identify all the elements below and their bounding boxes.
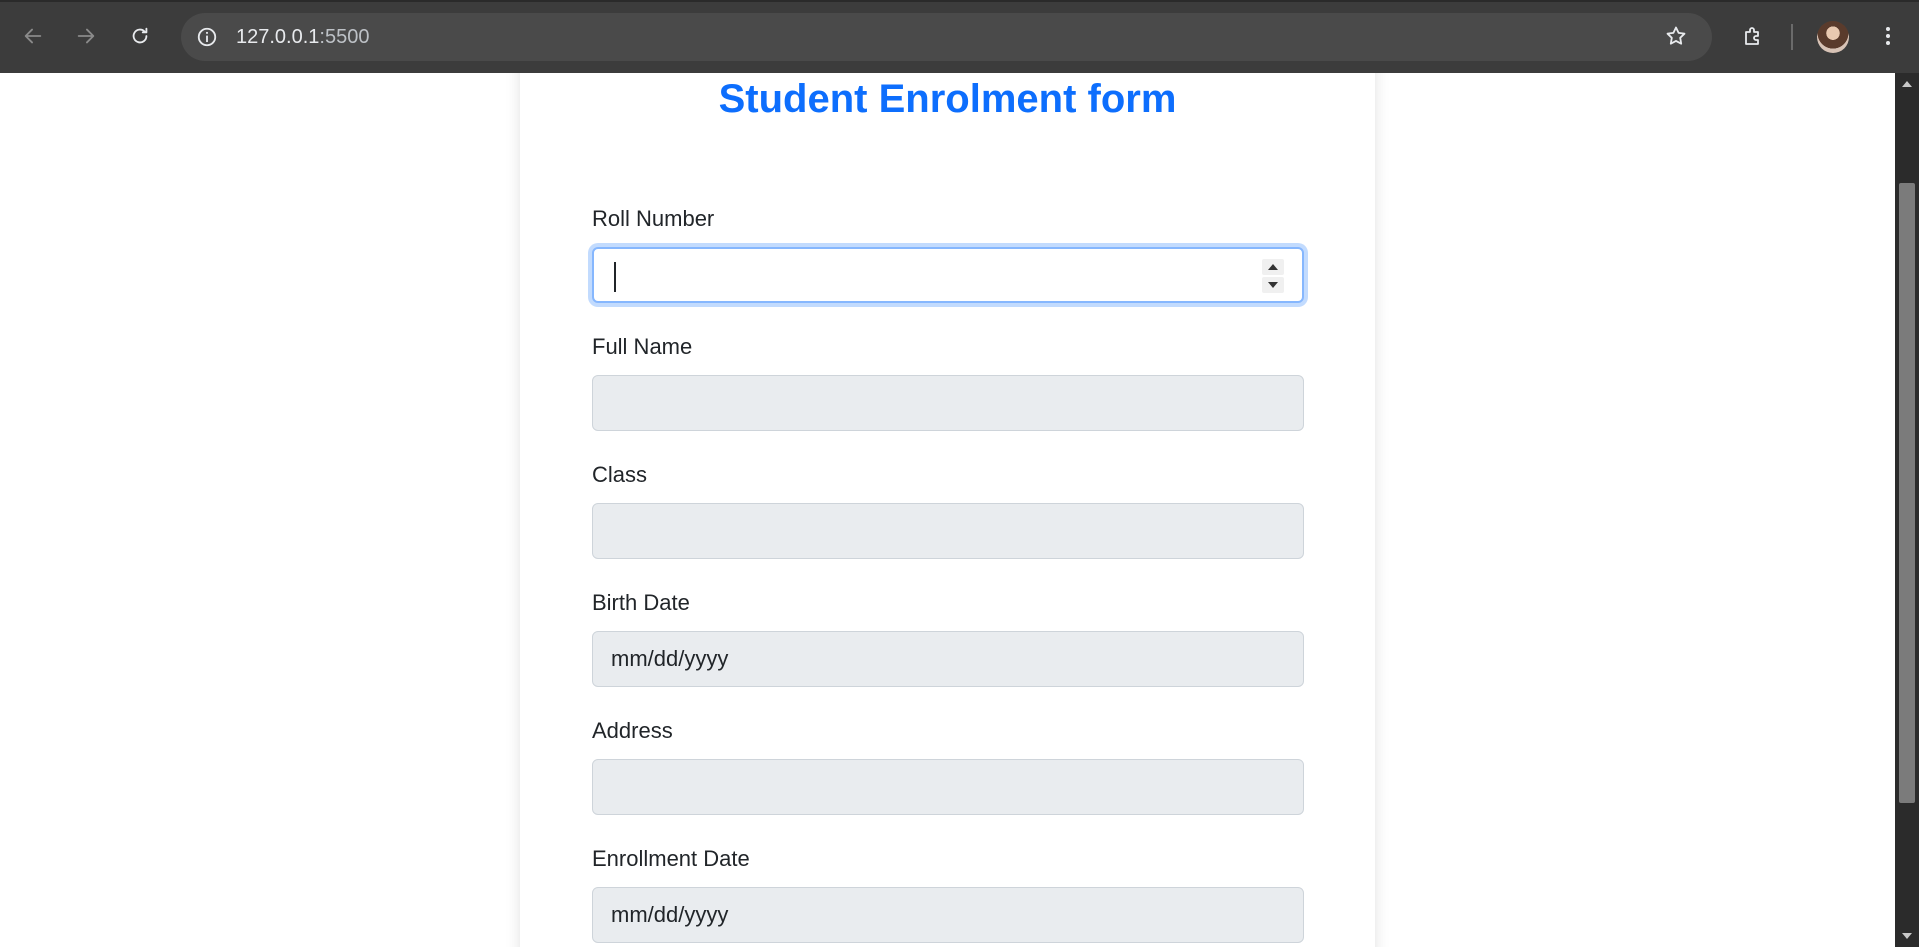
scroll-up-icon[interactable] xyxy=(1895,73,1919,95)
page-scrollbar[interactable] xyxy=(1895,73,1919,947)
roll-number-label: Roll Number xyxy=(592,206,715,231)
spin-down-icon[interactable] xyxy=(1262,277,1284,293)
star-icon xyxy=(1666,26,1686,45)
tab-strip-edge xyxy=(0,0,1919,2)
birth-date-label: Birth Date xyxy=(592,590,690,615)
url-host: 127.0.0.1 xyxy=(236,26,320,48)
roll-number-input[interactable] xyxy=(592,247,1304,303)
address-input[interactable] xyxy=(592,759,1304,815)
arrow-left-icon xyxy=(24,28,42,44)
address-bar[interactable]: 127.0.0.1:5500 xyxy=(181,13,1712,61)
form-title: Student Enrolment form xyxy=(718,77,1177,121)
arrow-right-icon xyxy=(77,28,95,44)
class-input[interactable] xyxy=(592,503,1304,559)
enrolment-form-card: Student Enrolment form Roll Number Full … xyxy=(520,73,1375,947)
full-name-label: Full Name xyxy=(592,334,693,359)
browser-menu-button[interactable] xyxy=(1870,18,1906,54)
profile-avatar[interactable] xyxy=(1817,21,1849,53)
url-port: :5500 xyxy=(319,26,370,48)
forward-button[interactable] xyxy=(68,18,104,54)
bookmark-button[interactable] xyxy=(1658,18,1694,54)
toolbar-divider xyxy=(1791,24,1793,50)
page-viewport: Student Enrolment form Roll Number Full … xyxy=(0,73,1895,947)
reload-icon xyxy=(132,27,148,44)
browser-toolbar: 127.0.0.1:5500 xyxy=(0,0,1919,73)
info-icon[interactable] xyxy=(195,25,219,49)
reload-button[interactable] xyxy=(122,18,158,54)
enrollment-date-label: Enrollment Date xyxy=(592,846,750,871)
number-spinner[interactable] xyxy=(1262,259,1284,293)
enrollment-date-input[interactable] xyxy=(592,887,1304,943)
address-label: Address xyxy=(592,718,673,743)
scrollbar-thumb[interactable] xyxy=(1899,183,1915,803)
text-caret xyxy=(614,262,616,292)
extensions-button[interactable] xyxy=(1735,18,1771,54)
class-label: Class xyxy=(592,462,648,487)
kebab-menu-icon xyxy=(1886,27,1890,45)
url-text[interactable]: 127.0.0.1:5500 xyxy=(236,13,369,61)
full-name-input[interactable] xyxy=(592,375,1304,431)
back-button[interactable] xyxy=(15,18,51,54)
birth-date-input[interactable] xyxy=(592,631,1304,687)
spin-up-icon[interactable] xyxy=(1262,259,1284,275)
scroll-down-icon[interactable] xyxy=(1895,925,1919,947)
puzzle-icon xyxy=(1745,27,1759,45)
